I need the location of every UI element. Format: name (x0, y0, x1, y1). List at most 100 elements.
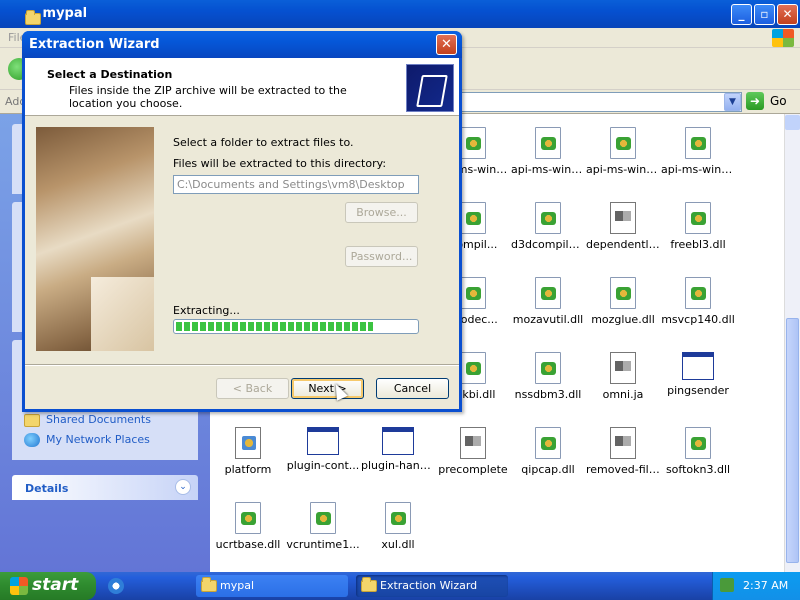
file-label: precomplete (438, 463, 508, 476)
taskbar-item-mypal[interactable]: mypal (196, 575, 348, 597)
file-label: freebl3.dll (670, 238, 726, 251)
file-item[interactable]: dependentli... (586, 202, 660, 251)
file-item[interactable]: api-ms-win-... (586, 127, 660, 176)
file-item[interactable]: d3dcompiler... (511, 202, 585, 251)
link-label: My Network Places (46, 433, 150, 446)
windows-logo-icon (772, 29, 794, 47)
file-label: vcruntime1... (286, 538, 360, 551)
file-item[interactable]: qipcap.dll (511, 427, 585, 476)
file-label: softokn3.dll (665, 463, 731, 476)
extraction-progress-bar (173, 319, 419, 334)
dll-file-icon (610, 277, 636, 309)
file-item[interactable]: removed-files (586, 427, 660, 476)
dll-file-icon (535, 202, 561, 234)
directory-input[interactable]: C:\Documents and Settings\vm8\Desktop (173, 175, 419, 194)
file-item[interactable]: freebl3.dll (661, 202, 735, 251)
link-shared-documents[interactable]: Shared Documents (24, 413, 151, 427)
wizard-subheading: Files inside the ZIP archive will be ext… (69, 84, 347, 110)
network-icon (24, 433, 40, 447)
zip-folder-icon (406, 64, 454, 112)
exe-file-icon (382, 427, 414, 455)
maximize-button[interactable]: ▫ (754, 4, 775, 25)
next-button[interactable]: Next > (291, 378, 364, 399)
scroll-thumb[interactable] (786, 318, 799, 563)
password-button[interactable]: Password... (345, 246, 418, 267)
dll-file-icon (685, 277, 711, 309)
dll-file-icon (460, 202, 486, 234)
clock[interactable]: 2:37 AM (743, 579, 788, 592)
details-header[interactable]: Details (12, 475, 198, 500)
wizard-heading: Select a Destination (47, 68, 173, 81)
scroll-up-button[interactable] (785, 115, 800, 130)
file-item[interactable]: nssdbm3.dll (511, 352, 585, 401)
exe-file-icon (682, 352, 714, 380)
internet-explorer-icon[interactable] (108, 578, 124, 594)
cancel-button[interactable]: Cancel (376, 378, 449, 399)
explorer-title-bar[interactable]: mypal (0, 0, 800, 28)
file-label: api-ms-win-... (511, 163, 585, 176)
dll-file-icon (235, 502, 261, 534)
taskbar-item-extraction-wizard[interactable]: Extraction Wizard (356, 575, 508, 597)
file-label: dependentli... (586, 238, 660, 251)
go-button[interactable]: ➜ Go (746, 92, 796, 112)
go-label: Go (770, 94, 787, 108)
file-item[interactable]: platform (211, 427, 285, 476)
file-item[interactable]: xul.dll (361, 502, 435, 551)
explorer-title: mypal (42, 6, 88, 21)
file-item[interactable]: plugin-cont... (286, 427, 360, 472)
dll-file-icon (460, 127, 486, 159)
file-label: plugin-cont... (286, 459, 360, 472)
wizard-side-image (36, 127, 154, 351)
select-folder-label: Select a folder to extract files to. (173, 136, 354, 149)
folder-icon (24, 413, 40, 427)
file-item[interactable]: msvcp140.dll (661, 277, 735, 326)
dll-file-icon (685, 127, 711, 159)
folder-icon (201, 577, 217, 592)
file-label: xul.dll (381, 538, 415, 551)
file-item[interactable]: precomplete (436, 427, 510, 476)
file-label: removed-files (586, 463, 660, 476)
file-item[interactable]: plugin-hang-ui (361, 427, 435, 472)
extracting-label: Extracting... (173, 304, 240, 317)
exe-file-icon (307, 427, 339, 455)
dll-file-icon (310, 502, 336, 534)
file-label: plugin-hang-ui (361, 459, 435, 472)
wizard-title-bar[interactable]: Extraction Wizard (22, 31, 462, 58)
file-label: ucrtbase.dll (215, 538, 281, 551)
dll-file-icon (535, 277, 561, 309)
file-item[interactable]: ucrtbase.dll (211, 502, 285, 551)
windows-flag-icon (10, 577, 28, 595)
link-label: Shared Documents (46, 413, 151, 426)
file-item[interactable]: softokn3.dll (661, 427, 735, 476)
wizard-title: Extraction Wizard (29, 37, 160, 52)
directory-label: Files will be extracted to this director… (173, 157, 387, 170)
file-label: qipcap.dll (521, 463, 575, 476)
dll-file-icon (535, 352, 561, 384)
tray-icon[interactable] (720, 578, 734, 592)
task-label: mypal (220, 579, 255, 592)
file-label: mozglue.dll (591, 313, 655, 326)
ja-file-icon (460, 427, 486, 459)
file-label: d3dcompiler... (511, 238, 585, 251)
task-label: Extraction Wizard (380, 579, 478, 592)
back-button[interactable]: < Back (216, 378, 289, 399)
close-button[interactable]: ✕ (777, 4, 798, 25)
wizard-separator (25, 364, 459, 366)
file-item[interactable]: pingsender (661, 352, 735, 397)
wizard-close-button[interactable]: ✕ (436, 34, 457, 55)
file-item[interactable]: mozavutil.dll (511, 277, 585, 326)
ja-file-icon (610, 352, 636, 384)
link-my-network-places[interactable]: My Network Places (24, 433, 150, 447)
file-item[interactable]: api-ms-win-... (661, 127, 735, 176)
file-item[interactable]: mozglue.dll (586, 277, 660, 326)
file-label: platform (224, 463, 272, 476)
chevron-down-icon[interactable]: ▼ (724, 93, 741, 111)
chevron-down-icon[interactable]: ⌄ (175, 479, 191, 495)
file-item[interactable]: omni.ja (586, 352, 660, 401)
folder-icon (25, 10, 41, 25)
app-file-icon (235, 427, 261, 459)
file-item[interactable]: vcruntime1... (286, 502, 360, 551)
minimize-button[interactable]: _ (731, 4, 752, 25)
file-item[interactable]: api-ms-win-... (511, 127, 585, 176)
browse-button[interactable]: Browse... (345, 202, 418, 223)
